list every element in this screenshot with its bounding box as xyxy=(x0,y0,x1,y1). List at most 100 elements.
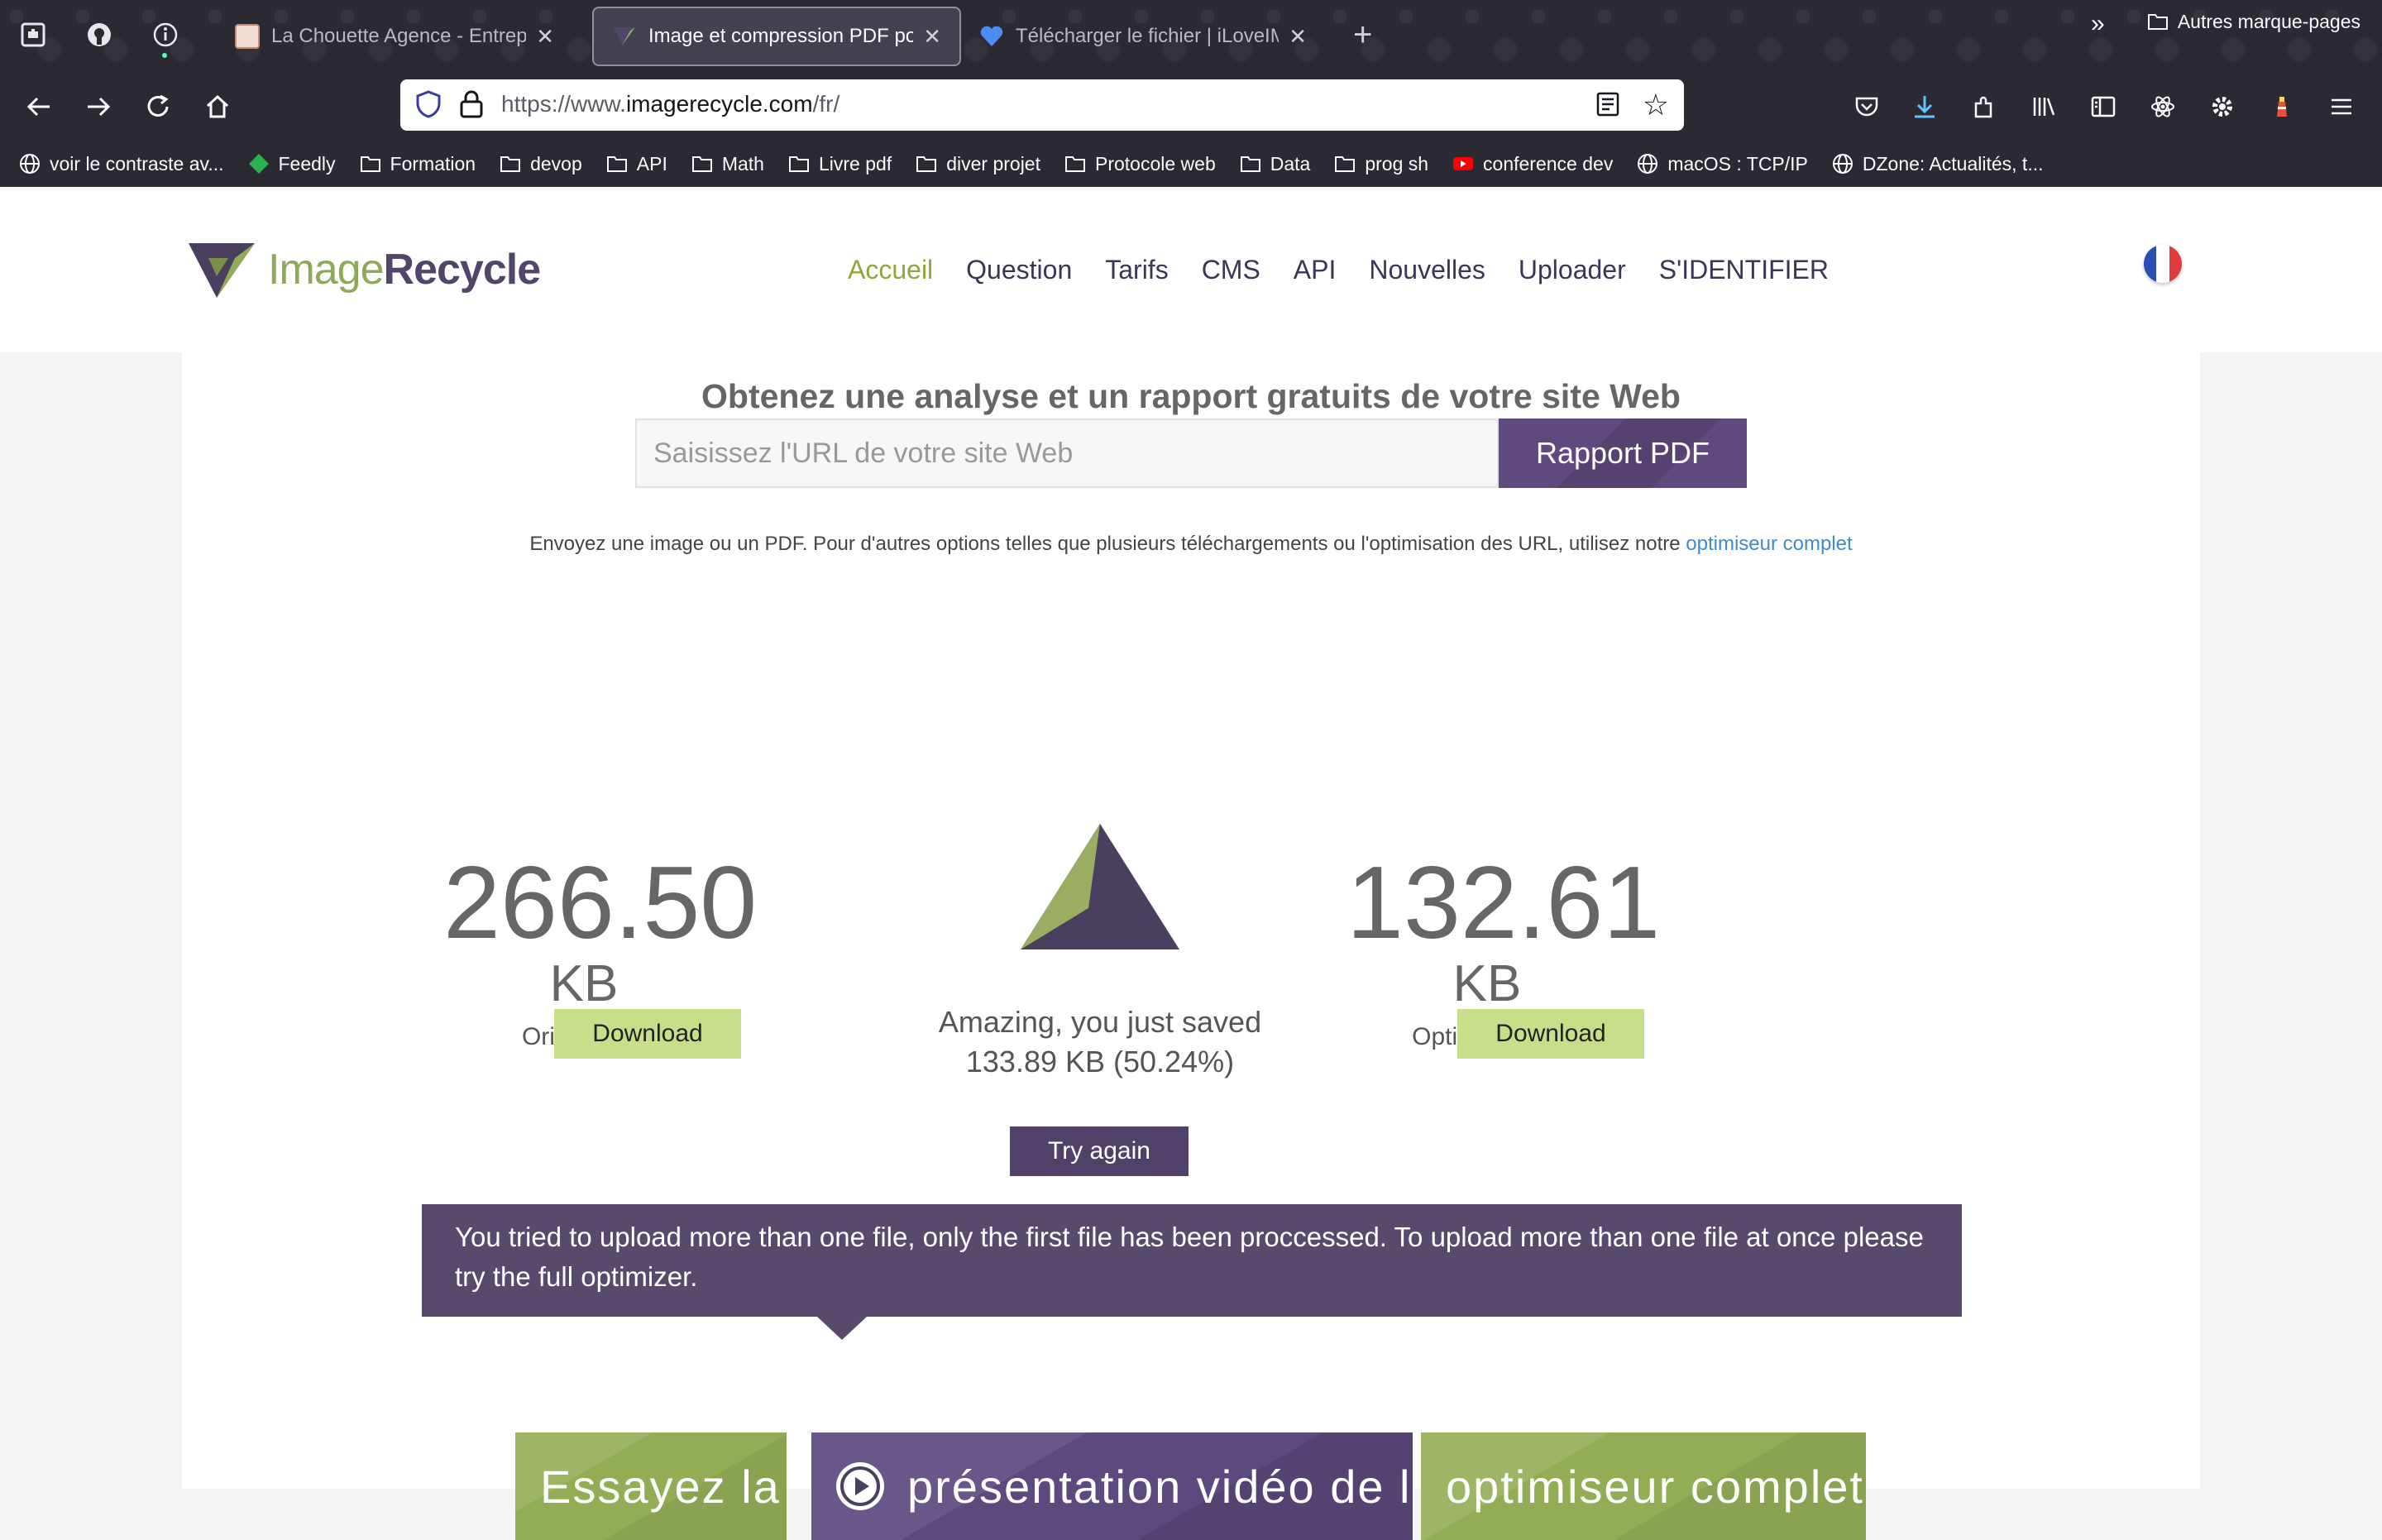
download-optimized-button[interactable]: Download xyxy=(1457,1009,1644,1059)
logo-triangle-icon xyxy=(189,243,255,298)
bookmark-item[interactable]: diver projet xyxy=(915,152,1040,175)
bookmark-item[interactable]: prog sh xyxy=(1333,152,1428,175)
cta-optimizer-button[interactable]: optimiseur complet xyxy=(1421,1432,1866,1540)
report-headline: Obtenez une analyse et un rapport gratui… xyxy=(701,377,1681,415)
folder-icon xyxy=(1239,152,1262,175)
bookmark-label: conference dev xyxy=(1483,152,1614,175)
sidebar-icon[interactable] xyxy=(2084,88,2122,126)
hamburger-menu-icon[interactable] xyxy=(2322,88,2360,126)
bookmark-item[interactable]: Feedly xyxy=(247,152,336,175)
bookmark-label: macOS : TCP/IP xyxy=(1667,152,1808,175)
bookmark-item[interactable]: API xyxy=(605,152,667,175)
nav-nouvelles[interactable]: Nouvelles xyxy=(1369,255,1485,285)
nav-tarifs[interactable]: Tarifs xyxy=(1105,255,1168,285)
home-icon[interactable] xyxy=(198,88,237,126)
imagerecycle-logo[interactable]: ImageRecycle xyxy=(187,240,542,299)
browser-nav-bar: https://www.imagerecycle.com/fr/ ☆ xyxy=(0,73,2382,141)
savings-summary: Amazing, you just saved 133.89 KB (50.24… xyxy=(910,1002,1290,1082)
nav-question[interactable]: Question xyxy=(966,255,1072,285)
close-icon[interactable]: ✕ xyxy=(536,24,554,50)
nav-accueil[interactable]: Accueil xyxy=(848,255,933,285)
french-flag-icon[interactable] xyxy=(2144,245,2182,283)
full-optimizer-link[interactable]: optimiseur complet xyxy=(1686,533,1852,555)
bookmark-label: Math xyxy=(721,152,764,175)
folder-icon xyxy=(691,152,714,175)
bookmark-item[interactable]: Livre pdf xyxy=(787,152,892,175)
main-card: Obtenez une analyse et un rapport gratui… xyxy=(182,352,2200,1540)
pdf-report-button[interactable]: Rapport PDF xyxy=(1499,418,1747,488)
tab-iloveimg[interactable]: Télécharger le fichier | iLoveIMG ✕ xyxy=(961,7,1325,66)
pocket-icon[interactable] xyxy=(1848,88,1886,126)
bookmark-item[interactable]: Protocole web xyxy=(1064,152,1216,175)
try-again-button[interactable]: Try again xyxy=(1010,1126,1189,1176)
library-icon[interactable] xyxy=(2025,88,2063,126)
bookmark-item[interactable]: macOS : TCP/IP xyxy=(1636,152,1808,175)
tracking-shield-icon[interactable] xyxy=(414,89,443,119)
tab-imagerecycle[interactable]: Image et compression PDF pour ✕ xyxy=(592,7,961,66)
bookmark-label: Livre pdf xyxy=(818,152,892,175)
close-icon[interactable]: ✕ xyxy=(923,24,941,50)
download-original-button[interactable]: Download xyxy=(554,1009,741,1059)
cta-try-button[interactable]: Essayez la xyxy=(515,1432,787,1540)
bookmark-item[interactable]: Math xyxy=(691,152,764,175)
address-bar[interactable]: https://www.imagerecycle.com/fr/ ☆ xyxy=(400,79,1684,131)
github-pinned-tab-icon[interactable] xyxy=(83,18,116,51)
other-bookmarks-folder[interactable]: Autres marque-pages xyxy=(2146,10,2360,33)
gear-icon[interactable] xyxy=(2203,88,2241,126)
forward-arrow-icon[interactable] xyxy=(79,88,117,126)
tab-title: La Chouette Agence - Entreprise xyxy=(271,25,527,47)
savings-line-2: 133.89 KB (50.24%) xyxy=(965,1045,1235,1078)
website-url-input[interactable]: Saisissez l'URL de votre site Web xyxy=(635,418,1499,488)
globe-icon xyxy=(1831,152,1854,175)
bookmarks-bar: voir le contraste av... Feedly Formation de… xyxy=(0,141,2382,187)
feedly-icon xyxy=(247,152,270,175)
nav-cms[interactable]: CMS xyxy=(1202,255,1260,285)
bookmark-item[interactable]: DZone: Actualités, t... xyxy=(1831,152,2044,175)
logo-text-bold: Recycle xyxy=(383,246,542,294)
upload-note-text: Envoyez une image ou un PDF. Pour d'autr… xyxy=(529,533,1681,555)
cta-video-button[interactable]: présentation vidéo de l' xyxy=(811,1432,1413,1540)
bookmark-label: Data xyxy=(1270,152,1311,175)
reload-icon[interactable] xyxy=(139,88,177,126)
url-path: /fr/ xyxy=(812,91,840,117)
site-header: ImageRecycle Accueil Question Tarifs CMS… xyxy=(0,187,2382,352)
bookmark-item[interactable]: Formation xyxy=(359,152,476,175)
bookmark-label: devop xyxy=(530,152,582,175)
downloads-icon[interactable] xyxy=(1906,88,1944,126)
info-pinned-tab-icon[interactable] xyxy=(149,18,182,58)
upload-note: Envoyez une image ou un PDF. Pour d'autr… xyxy=(182,533,2200,556)
tab-title: Image et compression PDF pour xyxy=(648,25,914,47)
react-devtools-icon[interactable] xyxy=(2144,88,2182,126)
lighthouse-icon[interactable] xyxy=(2263,88,2301,126)
close-icon[interactable]: ✕ xyxy=(1289,24,1307,50)
bookmark-star-icon[interactable]: ☆ xyxy=(1643,88,1669,122)
back-arrow-icon[interactable] xyxy=(20,88,58,126)
new-tab-plus-icon[interactable]: + xyxy=(1353,18,1372,51)
tab-chouette-agence[interactable]: La Chouette Agence - Entreprise ✕ xyxy=(217,7,572,66)
bookmarks-overflow-chevron-icon[interactable]: » xyxy=(2091,10,2105,38)
bookmark-item[interactable]: Data xyxy=(1239,152,1311,175)
nav-sidentifier[interactable]: S'IDENTIFIER xyxy=(1659,255,1829,285)
bookmark-label: API xyxy=(636,152,667,175)
pinned-tab-icon[interactable] xyxy=(17,18,50,51)
bookmark-item[interactable]: conference dev xyxy=(1452,152,1613,175)
folder-icon xyxy=(1333,152,1356,175)
reader-view-icon[interactable] xyxy=(1595,91,1621,117)
nav-uploader[interactable]: Uploader xyxy=(1519,255,1626,285)
chouette-favicon xyxy=(235,24,260,49)
cta-video-label: présentation vidéo de l' xyxy=(907,1460,1413,1513)
globe-icon xyxy=(18,152,41,175)
extensions-puzzle-icon[interactable] xyxy=(1965,88,2003,126)
nav-api[interactable]: API xyxy=(1294,255,1337,285)
folder-icon xyxy=(499,152,522,175)
folder-icon xyxy=(915,152,938,175)
lock-icon[interactable] xyxy=(458,89,485,119)
youtube-icon xyxy=(1452,152,1475,175)
imagerecycle-favicon xyxy=(612,24,637,49)
logo-text-light: Image xyxy=(268,246,385,294)
folder-icon xyxy=(605,152,629,175)
url-text[interactable]: https://www.imagerecycle.com/fr/ xyxy=(501,91,839,117)
bookmark-label: Protocole web xyxy=(1094,152,1216,175)
bookmark-item[interactable]: devop xyxy=(499,152,582,175)
bookmark-item[interactable]: voir le contraste av... xyxy=(18,152,224,175)
